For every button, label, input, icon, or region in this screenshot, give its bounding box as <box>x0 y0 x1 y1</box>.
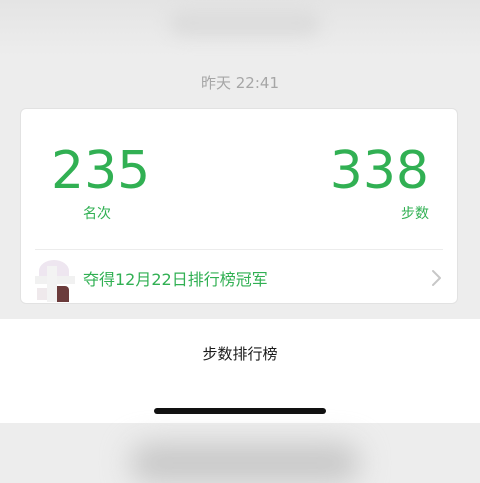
rank-value: 235 <box>51 141 151 201</box>
step-leaderboard-button[interactable]: 步数排行榜 <box>0 343 480 364</box>
blurred-background <box>0 423 480 483</box>
home-indicator[interactable] <box>154 408 326 414</box>
action-sheet: 步数排行榜 <box>0 319 480 423</box>
ranking-card[interactable]: 235 338 名次 步数 夺得12月22日排行榜冠军 <box>20 108 458 304</box>
rank-label: 名次 <box>83 206 111 222</box>
blurred-header <box>0 0 480 56</box>
chevron-right-icon <box>432 270 441 286</box>
blurred-background-shape <box>130 443 360 483</box>
champion-row[interactable]: 夺得12月22日排行榜冠军 <box>21 250 457 303</box>
blurred-header-shape <box>170 10 320 36</box>
champion-text: 夺得12月22日排行榜冠军 <box>83 270 268 289</box>
steps-value: 338 <box>329 141 429 201</box>
message-timestamp: 昨天 22:41 <box>201 74 279 92</box>
avatar <box>35 258 75 303</box>
steps-label: 步数 <box>401 206 429 222</box>
